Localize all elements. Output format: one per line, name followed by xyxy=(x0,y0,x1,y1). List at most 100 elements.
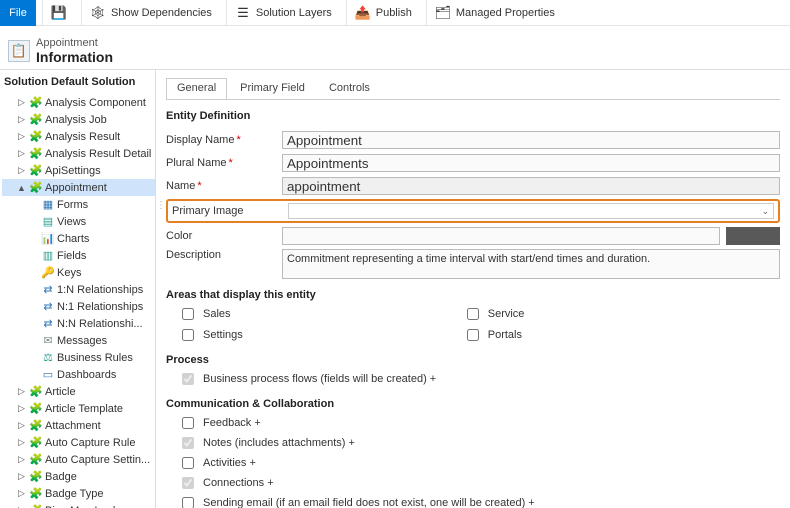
tree-type-icon: ✉ xyxy=(41,334,55,348)
tree-twisty-icon[interactable]: ▷ xyxy=(16,165,27,176)
managed-properties-button[interactable]: 🗂Managed Properties xyxy=(426,0,563,26)
publish-button[interactable]: 📤Publish xyxy=(346,0,420,26)
section-entity-definition: Entity Definition xyxy=(166,110,780,122)
tree-type-icon: 🧩 xyxy=(29,470,43,484)
tree-label: Auto Capture Settin... xyxy=(45,454,150,466)
display-name-input[interactable] xyxy=(282,131,780,149)
comm-email[interactable]: Sending email (if an email field does no… xyxy=(178,494,780,508)
tree-type-icon: ⚖ xyxy=(41,351,55,365)
tree-node[interactable]: ▷🧩Auto Capture Settin... xyxy=(2,451,155,468)
tabs: General Primary Field Controls xyxy=(166,78,780,100)
tree-node[interactable]: ⇄N:N Relationshi... xyxy=(2,315,155,332)
tree-label: ApiSettings xyxy=(45,165,101,177)
entity-icon: 📋 xyxy=(8,40,30,62)
comm-notes[interactable]: Notes (includes attachments) + xyxy=(178,434,780,452)
tree-twisty-icon[interactable]: ▷ xyxy=(16,148,27,159)
chevron-down-icon: ⌄ xyxy=(761,206,769,217)
tree-twisty-icon[interactable]: ▷ xyxy=(16,114,27,125)
tree-type-icon: 🧩 xyxy=(29,164,43,178)
comm-connections[interactable]: Connections + xyxy=(178,474,780,492)
tree-node[interactable]: ▤Views xyxy=(2,213,155,230)
tree-twisty-icon[interactable]: ▷ xyxy=(16,420,27,431)
comm-feedback[interactable]: Feedback + xyxy=(178,414,780,432)
tab-general[interactable]: General xyxy=(166,78,227,99)
tree-node[interactable]: ▷🧩Article Template xyxy=(2,400,155,417)
tree-node[interactable]: ▭Dashboards xyxy=(2,366,155,383)
show-dependencies-button[interactable]: 🕸Show Dependencies xyxy=(81,0,220,26)
color-input[interactable] xyxy=(282,227,720,245)
tree-twisty-icon[interactable]: ▷ xyxy=(16,386,27,397)
solution-layers-button[interactable]: ☰Solution Layers xyxy=(226,0,340,26)
tree-type-icon: 🧩 xyxy=(29,113,43,127)
tree-node[interactable]: ▷🧩Analysis Result xyxy=(2,128,155,145)
tree-twisty-icon[interactable]: ▲ xyxy=(16,183,27,193)
tree-node[interactable]: ▷🧩Analysis Result Detail xyxy=(2,145,155,162)
tree-node[interactable]: ▥Fields xyxy=(2,247,155,264)
area-settings[interactable]: Settings xyxy=(178,326,243,344)
tree-node[interactable]: ▷🧩Analysis Job xyxy=(2,111,155,128)
comm-activities[interactable]: Activities + xyxy=(178,454,780,472)
tree-type-icon: 📊 xyxy=(41,232,55,246)
primary-image-select[interactable]: ⌄ xyxy=(288,203,774,219)
tree-type-icon: ▭ xyxy=(41,368,55,382)
area-portals[interactable]: Portals xyxy=(463,326,525,344)
tree-type-icon: ⇄ xyxy=(41,317,55,331)
tree-twisty-icon[interactable]: ▷ xyxy=(16,403,27,414)
primary-image-row-highlight: Primary Image ⌄ xyxy=(166,199,780,223)
tree-node[interactable]: ▷🧩Analysis Component xyxy=(2,94,155,111)
tree-twisty-icon[interactable]: ▷ xyxy=(16,471,27,482)
save-icon: 💾 xyxy=(51,5,67,21)
tree-node[interactable]: ▷🧩Article xyxy=(2,383,155,400)
save-button[interactable]: 💾 xyxy=(42,0,75,26)
tree-node[interactable]: ▷🧩Badge xyxy=(2,468,155,485)
tree-node[interactable]: ▲🧩Appointment xyxy=(2,179,155,196)
section-process: Process xyxy=(166,354,780,366)
top-toolbar: File 💾 🕸Show Dependencies ☰Solution Laye… xyxy=(0,0,790,26)
tree-node[interactable]: 📊Charts xyxy=(2,230,155,247)
tree-node[interactable]: ▦Forms xyxy=(2,196,155,213)
tree-node[interactable]: ▷🧩Badge Type xyxy=(2,485,155,502)
page-header: 📋 Appointment Information xyxy=(0,26,790,70)
tree-node[interactable]: 🔑Keys xyxy=(2,264,155,281)
name-input xyxy=(282,177,780,195)
tree-node[interactable]: ⇄N:1 Relationships xyxy=(2,298,155,315)
area-service[interactable]: Service xyxy=(463,305,525,323)
tab-controls[interactable]: Controls xyxy=(318,78,381,99)
dependencies-icon: 🕸 xyxy=(90,5,106,21)
tree-type-icon: 🧩 xyxy=(29,96,43,110)
tree-node[interactable]: ▷🧩ApiSettings xyxy=(2,162,155,179)
tree-node[interactable]: ▷🧩Bing Map Lookup xyxy=(2,502,155,508)
tree-label: Charts xyxy=(57,233,89,245)
tree-twisty-icon[interactable]: ▷ xyxy=(16,437,27,448)
tree-twisty-icon[interactable]: ▷ xyxy=(16,488,27,499)
tree-twisty-icon[interactable]: ▷ xyxy=(16,454,27,465)
color-swatch[interactable] xyxy=(726,227,780,245)
tree-twisty-icon[interactable]: ▷ xyxy=(16,97,27,108)
file-menu[interactable]: File xyxy=(0,0,36,26)
tree-node[interactable]: ⇄1:N Relationships xyxy=(2,281,155,298)
properties-icon: 🗂 xyxy=(435,5,451,21)
tree-type-icon: 🧩 xyxy=(29,385,43,399)
tree-type-icon: ▥ xyxy=(41,249,55,263)
tree-node[interactable]: ▷🧩Attachment xyxy=(2,417,155,434)
tree-type-icon: ⇄ xyxy=(41,283,55,297)
tree-label: Analysis Component xyxy=(45,97,146,109)
tree-type-icon: 🧩 xyxy=(29,419,43,433)
tree-label: Analysis Result Detail xyxy=(45,148,151,160)
tree-label: Badge Type xyxy=(45,488,104,500)
tree-node[interactable]: ▷🧩Auto Capture Rule xyxy=(2,434,155,451)
area-sales[interactable]: Sales xyxy=(178,305,243,323)
tree-type-icon: 🧩 xyxy=(29,147,43,161)
tree-label: Attachment xyxy=(45,420,101,432)
tree-node[interactable]: ⚖Business Rules xyxy=(2,349,155,366)
tree-node[interactable]: ✉Messages xyxy=(2,332,155,349)
tab-primary-field[interactable]: Primary Field xyxy=(229,78,316,99)
description-text[interactable]: Commitment representing a time interval … xyxy=(282,249,780,279)
entity-tree: ▷🧩Analysis Component▷🧩Analysis Job▷🧩Anal… xyxy=(0,94,155,508)
plural-name-input[interactable] xyxy=(282,154,780,172)
tree-type-icon: ⇄ xyxy=(41,300,55,314)
tree-label: Analysis Result xyxy=(45,131,120,143)
process-bpf[interactable]: Business process flows (fields will be c… xyxy=(166,370,780,388)
tree-label: Article xyxy=(45,386,76,398)
tree-twisty-icon[interactable]: ▷ xyxy=(16,131,27,142)
